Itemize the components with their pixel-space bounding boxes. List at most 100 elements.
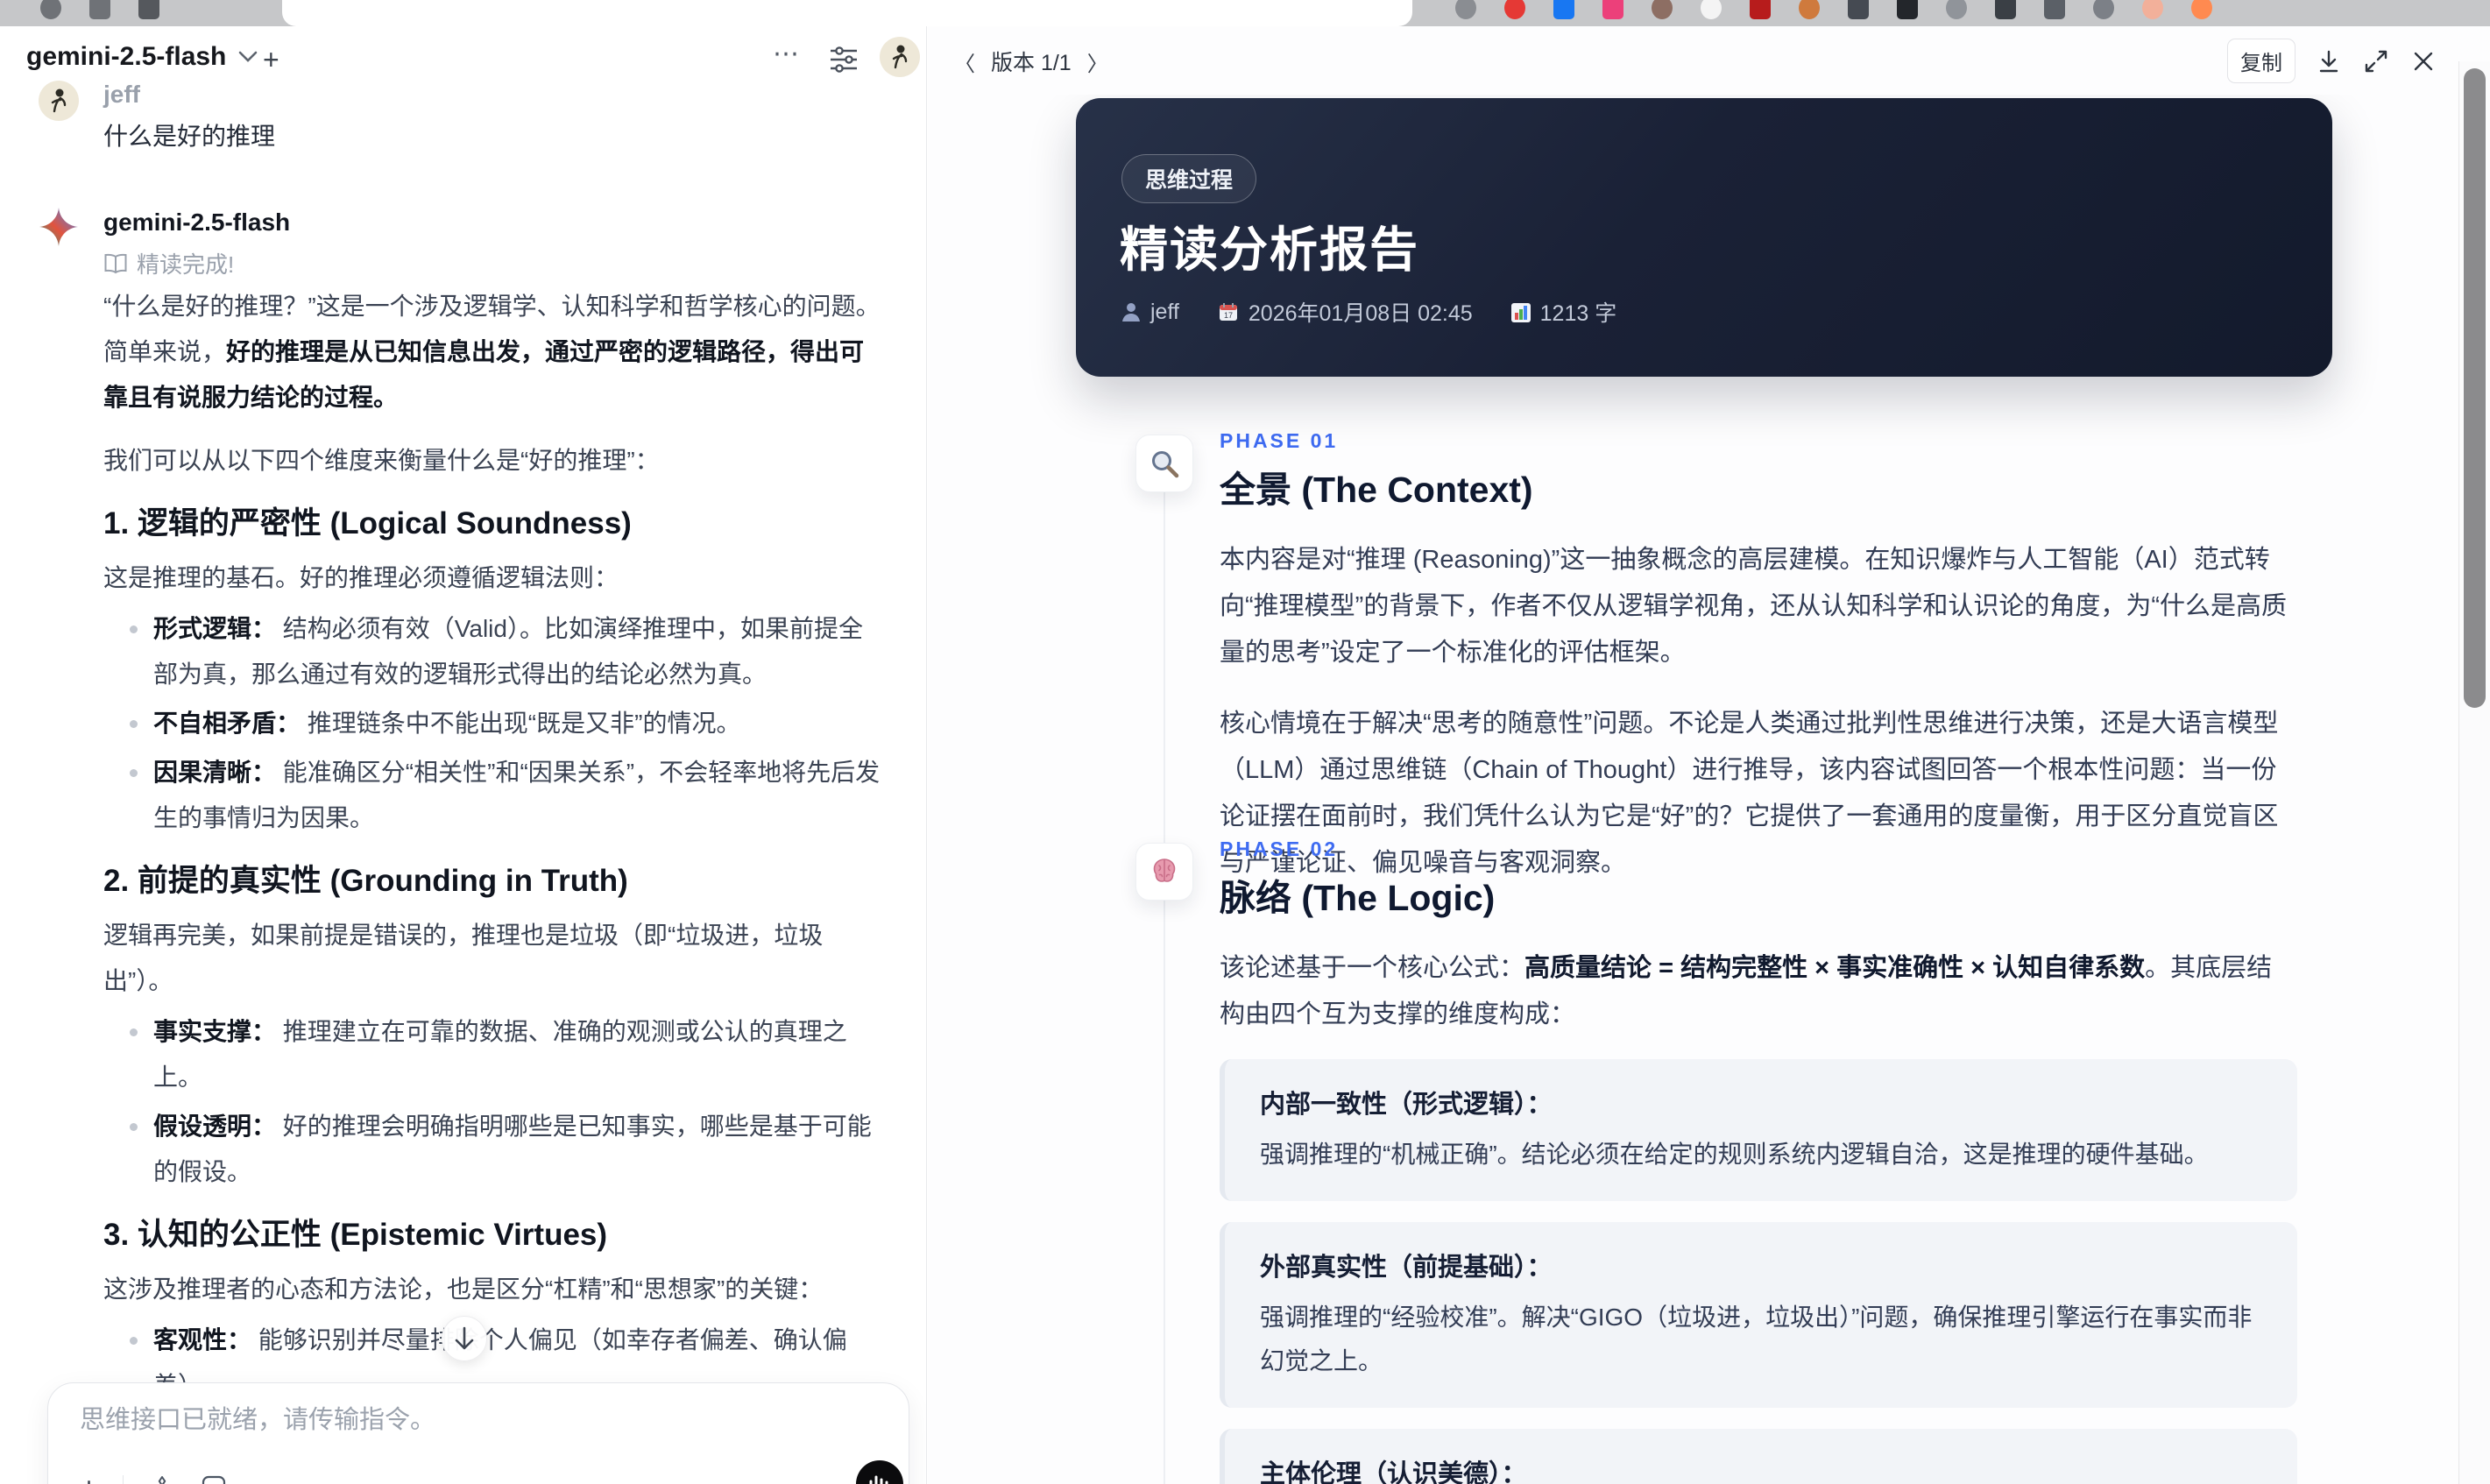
scroll-to-bottom-button[interactable] [442, 1316, 487, 1361]
assistant-name: gemini-2.5-flash [103, 208, 291, 236]
svg-text:17: 17 [1224, 311, 1233, 320]
version-label: 版本 1/1 [991, 51, 1072, 75]
user-avatar[interactable] [880, 37, 920, 77]
extension-icon[interactable] [1602, 0, 1623, 19]
report-datetime: 2026年01月08日 02:45 [1248, 301, 1473, 326]
new-chat-button[interactable]: + [263, 44, 279, 76]
list-item: 事实支撑： 推理建立在可靠的数据、准确的观测或公认的真理之上。 [103, 1009, 883, 1100]
book-icon [103, 253, 128, 274]
download-icon[interactable] [2315, 47, 2343, 75]
viewer-topbar: 〈 版本 1/1 〉 复制 [928, 26, 2490, 95]
assistant-status: 精读完成! [103, 247, 234, 279]
extension-icon[interactable] [1652, 0, 1673, 19]
list-item: 假设透明： 好的推理会明确指明哪些是已知事实，哪些是基于可能的假设。 [103, 1104, 883, 1195]
user-message-author: jeff [103, 81, 140, 108]
phase-label: PHASE 01 [1220, 429, 1339, 452]
search-icon [1149, 448, 1180, 479]
extension-icon[interactable] [1799, 0, 1820, 19]
extension-icon[interactable] [2093, 0, 2114, 19]
report-word-count: 1213 字 [1539, 301, 1617, 326]
bullet-list: 形式逻辑： 结构必须有效（Valid）。比如演绎推理中，如果前提全部为真，那么通… [103, 606, 883, 841]
dimension-card: 外部真实性（前提基础）： 强调推理的“经验校准”。解决“GIGO（垃圾进，垃圾出… [1220, 1222, 2297, 1408]
assistant-lead: 我们可以从以下四个维度来衡量什么是“好的推理”： [103, 447, 660, 474]
extension-icon[interactable] [1750, 0, 1771, 19]
extension-icon[interactable] [2044, 0, 2065, 19]
extension-icon[interactable] [1504, 0, 1525, 19]
extension-icon[interactable] [1848, 0, 1869, 19]
extension-icon[interactable] [1701, 0, 1722, 19]
extension-icon[interactable] [1946, 0, 1967, 19]
bar-chart-icon [1510, 301, 1531, 322]
calendar-icon: 17 [1218, 301, 1239, 322]
expand-icon[interactable] [2362, 47, 2390, 75]
app-window: gemini-2.5-flash + ⋯ jeff 什么是好的推理 gemini… [0, 26, 2490, 1484]
chevron-down-icon [238, 51, 258, 63]
extension-icon[interactable] [1455, 0, 1476, 19]
extension-icon[interactable] [138, 0, 159, 19]
section-desc: 这是推理的基石。好的推理必须遵循逻辑法则： [103, 564, 619, 591]
sparkle-tools-icon[interactable] [148, 1474, 176, 1484]
card-title: 内部一致性（形式逻辑）： [1260, 1091, 1553, 1119]
extension-icon[interactable] [1553, 0, 1574, 19]
report-title: 精读分析报告 [1120, 223, 1420, 277]
browser-extension-icons [1441, 0, 2226, 26]
extension-icon[interactable] [40, 0, 61, 19]
section-desc: 这涉及推理者的心态和方法论，也是区分“杠精”和“思想家”的关键： [103, 1276, 824, 1303]
phase-title: 全景 (The Context) [1220, 470, 1533, 510]
more-options-button[interactable]: ⋯ [773, 39, 801, 69]
dimension-card: 内部一致性（形式逻辑）： 强调推理的“机械正确”。结论必须在给定的规则系统内逻辑… [1220, 1059, 2297, 1201]
section-title: 1. 逻辑的严密性 (Logical Soundness) [103, 506, 632, 541]
list-item: 不自相矛盾： 推理链条中不能出现“既是又非”的情况。 [103, 701, 883, 746]
thinking-process-badge: 思维过程 [1121, 154, 1257, 203]
panel-scrollbar[interactable] [2458, 61, 2490, 1484]
attach-plus-button[interactable]: + [80, 1473, 98, 1484]
extension-icon[interactable] [1897, 0, 1918, 19]
document-viewer-panel: 〈 版本 1/1 〉 复制 思维过程 精读分析报告 jeff 17 2026年0… [928, 26, 2490, 1484]
browser-chrome [0, 0, 2490, 26]
user-message-text: 什么是好的推理 [103, 123, 276, 150]
bookmark-icon[interactable] [201, 1474, 227, 1484]
gemini-star-icon [39, 207, 79, 247]
card-body: 强调推理的“经验校准”。解决“GIGO（垃圾进，垃圾出）”问题，确保推理引擎运行… [1260, 1304, 2253, 1374]
phase-paragraph: 本内容是对“推理 (Reasoning)”这一抽象概念的高层建模。在知识爆炸与人… [1220, 546, 2287, 667]
extension-icon[interactable] [89, 0, 110, 19]
next-version-button[interactable]: 〉 [1086, 46, 1110, 77]
version-navigator: 〈 版本 1/1 〉 [952, 46, 1110, 77]
phase-timeline-line [1164, 438, 1165, 1484]
section-title: 3. 认知的公正性 (Epistemic Virtues) [103, 1218, 608, 1252]
dimension-card: 主体伦理（认识美德）： 转向推理者的心理特征。引入奥卡姆剃刀和反向论证，旨在克服… [1220, 1429, 2297, 1484]
previous-version-button[interactable]: 〈 [952, 46, 977, 77]
section-desc: 逻辑再完美，如果前提是错误的，推理也是垃圾（即“垃圾进，垃圾出”）。 [103, 922, 824, 994]
phase-2-icon-box [1135, 843, 1193, 901]
card-title: 主体伦理（认识美德）： [1260, 1460, 1527, 1484]
voice-input-button[interactable] [856, 1460, 903, 1484]
extension-icon[interactable] [1995, 0, 2016, 19]
phase-2-section: PHASE 02 脉络 (The Logic) 该论述基于一个核心公式：高质量结… [1220, 837, 2297, 1484]
phase-label: PHASE 02 [1220, 837, 1339, 860]
chat-input[interactable] [80, 1406, 798, 1435]
bullet-list: 事实支撑： 推理建立在可靠的数据、准确的观测或公认的真理之上。 假设透明： 好的… [103, 1009, 883, 1195]
chat-composer: + [47, 1382, 909, 1484]
phase-1-icon-box [1135, 435, 1193, 492]
arrow-down-icon [453, 1326, 476, 1351]
chat-panel: gemini-2.5-flash + ⋯ jeff 什么是好的推理 gemini… [0, 26, 927, 1484]
assistant-status-text: 精读完成! [137, 251, 235, 278]
phase-title: 脉络 (The Logic) [1220, 878, 1496, 918]
model-name: gemini-2.5-flash [26, 42, 227, 71]
report-document: 思维过程 精读分析报告 jeff 17 2026年01月08日 02:45 12… [928, 26, 2459, 1484]
close-icon[interactable] [2409, 47, 2437, 75]
extension-icon[interactable] [2142, 0, 2163, 19]
copy-button[interactable]: 复制 [2227, 39, 2295, 83]
tune-settings-icon[interactable] [829, 46, 859, 74]
divider [123, 1475, 124, 1484]
dimension-cards: 内部一致性（形式逻辑）： 强调推理的“机械正确”。结论必须在给定的规则系统内逻辑… [1220, 1059, 2297, 1484]
waveform-icon [867, 1473, 892, 1484]
phase-intro: 该论述基于一个核心公式：高质量结论 = 结构完整性 × 事实准确性 × 认知自律… [1220, 954, 2273, 1028]
card-title: 外部真实性（前提基础）： [1260, 1254, 1553, 1282]
extension-icon[interactable] [2191, 0, 2212, 19]
browser-address-bar[interactable] [282, 0, 1412, 26]
scrollbar-thumb[interactable] [2464, 68, 2486, 708]
person-icon [1121, 301, 1141, 322]
user-avatar [39, 81, 79, 121]
model-selector[interactable]: gemini-2.5-flash [26, 42, 258, 72]
